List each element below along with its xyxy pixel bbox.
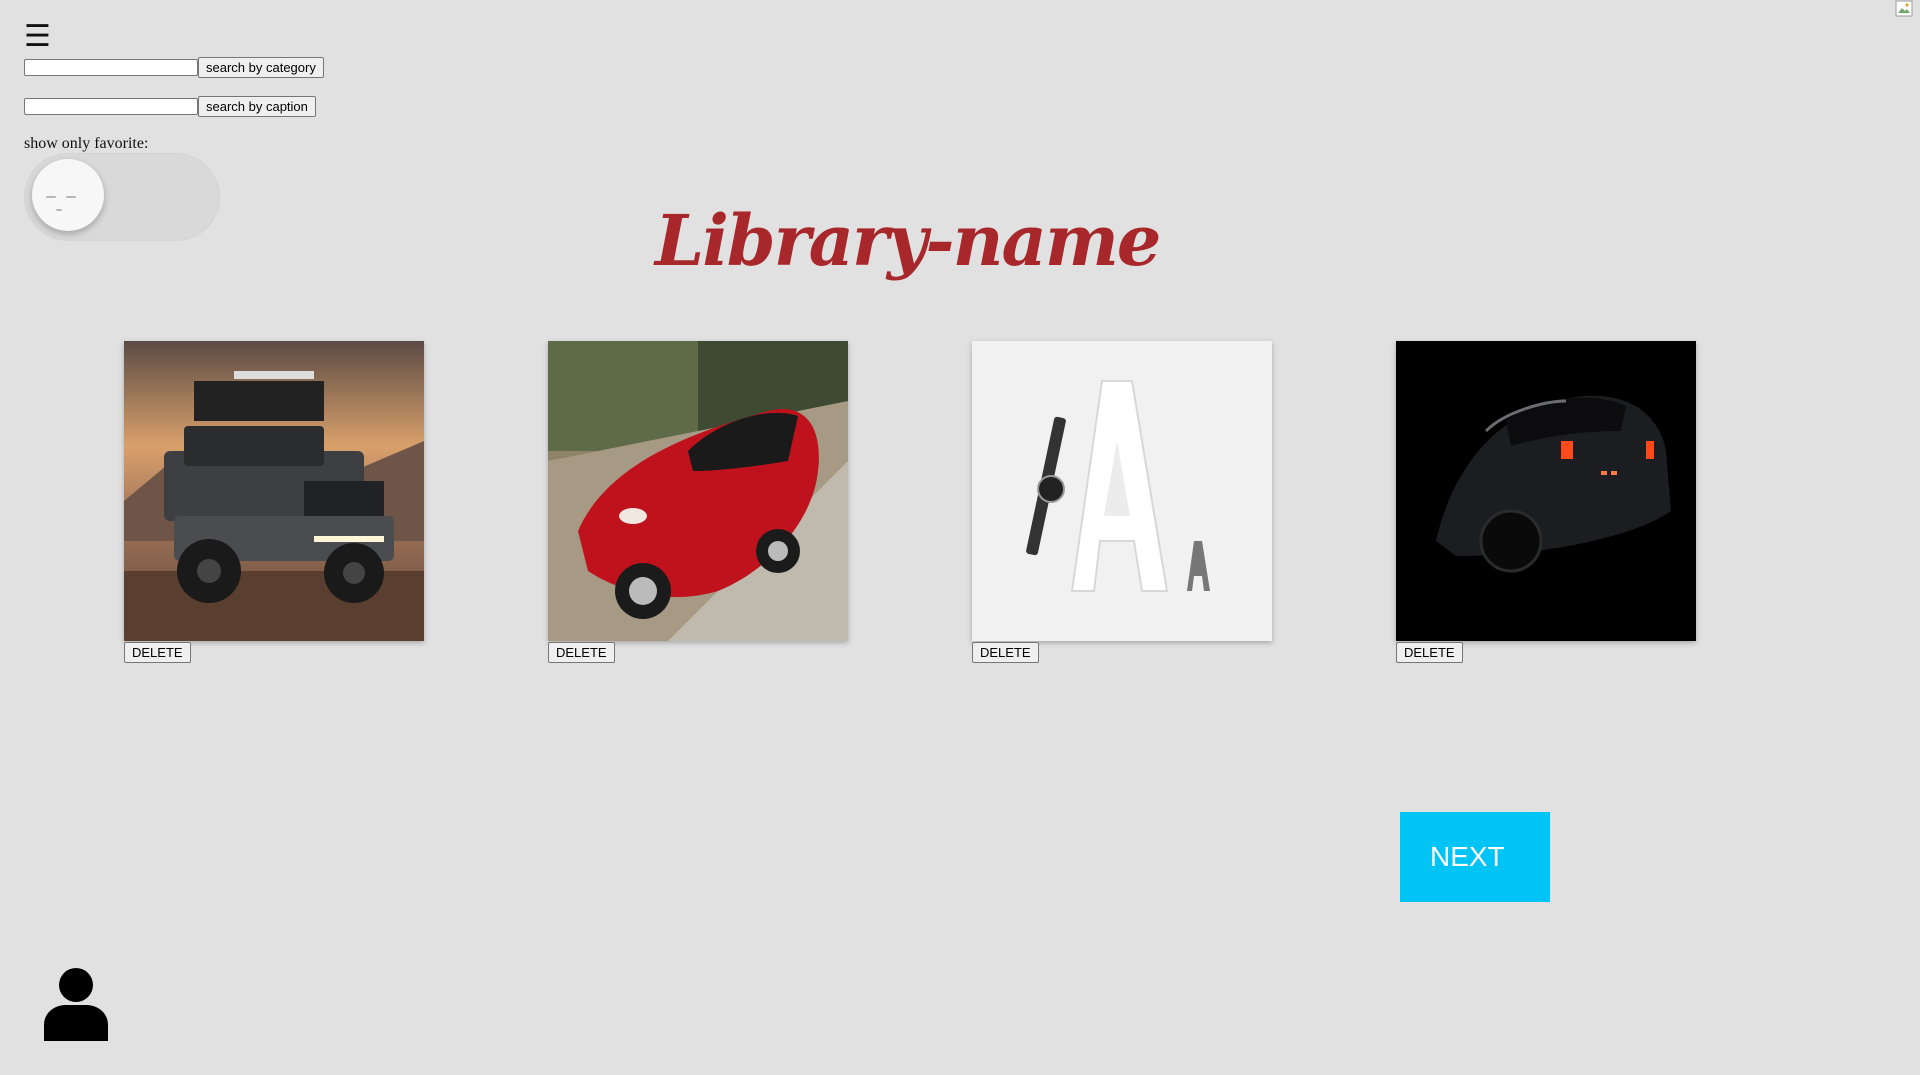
hamburger-menu-icon[interactable]: ☰: [24, 22, 51, 52]
pickup-truck-photo[interactable]: [124, 341, 424, 641]
caption-search-input[interactable]: [24, 98, 198, 115]
search-by-caption-button[interactable]: search by caption: [198, 96, 316, 117]
delete-button[interactable]: DELETE: [124, 642, 191, 663]
category-search-row: search by category: [24, 57, 324, 78]
sleepy-face-icon: [32, 159, 104, 231]
delete-button[interactable]: DELETE: [1396, 642, 1463, 663]
caption-search-row: search by caption: [24, 96, 316, 117]
library-title: Library-name: [655, 199, 1161, 282]
next-button[interactable]: NEXT: [1400, 812, 1550, 902]
red-sports-car-photo[interactable]: [548, 341, 848, 641]
gallery-item: DELETE: [124, 341, 424, 663]
broken-image-icon: [1895, 0, 1915, 18]
watch-and-letter-a-photo[interactable]: [972, 341, 1272, 641]
delete-button[interactable]: DELETE: [548, 642, 615, 663]
category-search-input[interactable]: [24, 59, 198, 76]
user-profile-icon[interactable]: [44, 967, 108, 1041]
dark-sports-car-photo[interactable]: [1396, 341, 1696, 641]
gallery-item: DELETE: [548, 341, 848, 663]
gallery-item: DELETE: [972, 341, 1272, 663]
favorite-toggle[interactable]: [24, 153, 220, 241]
favorite-filter-label: show only favorite:: [24, 135, 149, 152]
search-by-category-button[interactable]: search by category: [198, 57, 324, 78]
gallery-item: DELETE: [1396, 341, 1696, 663]
delete-button[interactable]: DELETE: [972, 642, 1039, 663]
